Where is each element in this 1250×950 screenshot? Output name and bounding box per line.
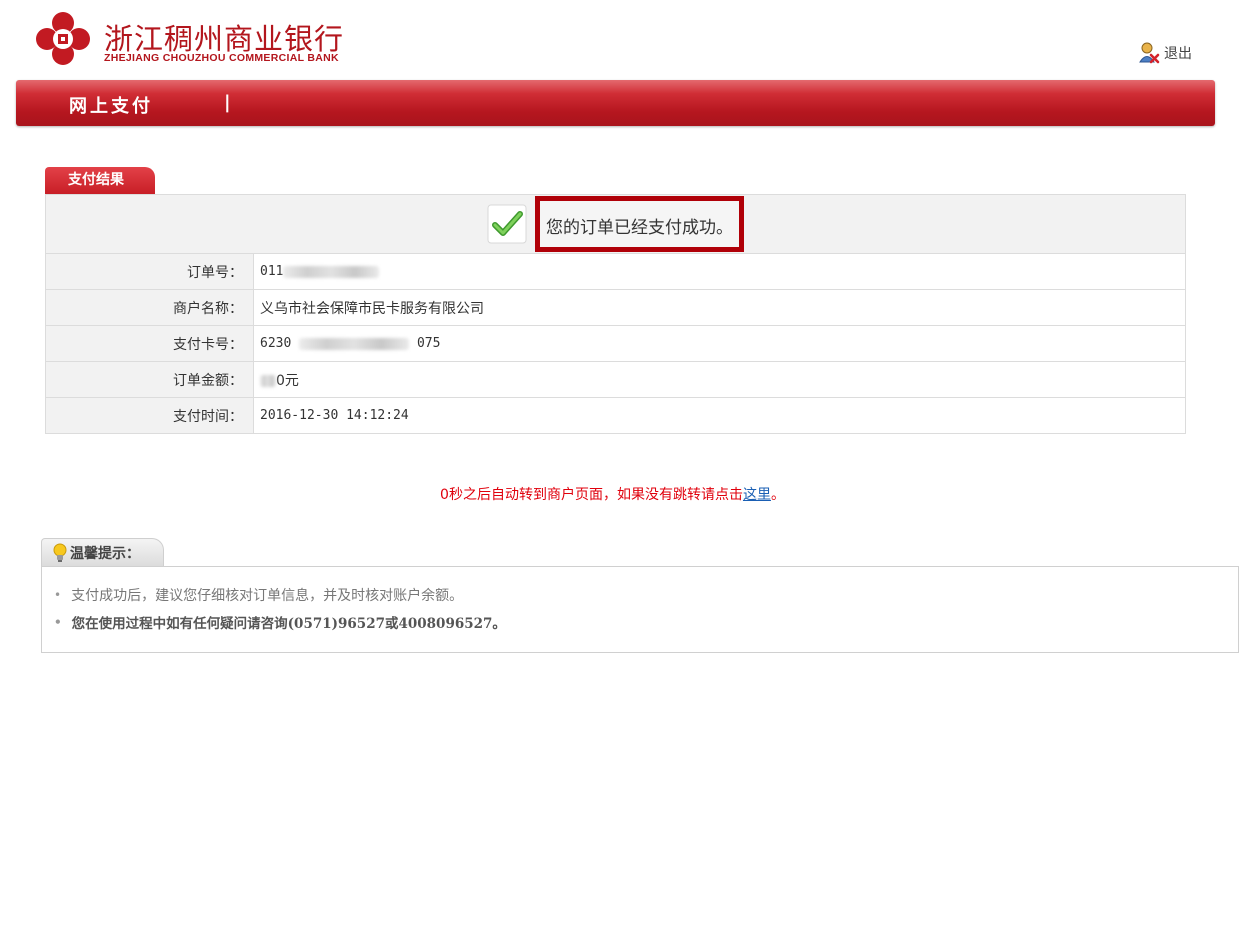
table-row: 订单号： 011 <box>45 253 1186 290</box>
merchant-name-label: 商户名称： <box>45 289 254 326</box>
main-navbar: 网上支付 | <box>16 80 1215 126</box>
masked-value <box>299 337 410 350</box>
redirect-link[interactable]: 这里 <box>743 487 771 503</box>
payment-result-page: 浙江稠州商业银行 ZHEJIANG CHOUZHOU COMMERCIAL BA… <box>0 0 1250 950</box>
table-row: 订单金额： 0元 <box>45 361 1186 398</box>
masked-value <box>283 265 380 278</box>
list-item: • 您在使用过程中如有任何疑问请咨询(0571)96527或4008096527… <box>54 608 1238 635</box>
nav-title-online-payment[interactable]: 网上支付 <box>69 92 153 118</box>
lightbulb-icon <box>53 543 67 562</box>
card-number-suffix: 075 <box>416 336 441 351</box>
order-amount-label: 订单金额： <box>45 361 254 398</box>
card-number-value: 6230 075 <box>253 325 1186 362</box>
check-icon <box>487 204 527 244</box>
table-row: 支付时间： 2016-12-30 14:12:24 <box>45 397 1186 434</box>
table-row: 支付卡号： 6230 075 <box>45 325 1186 362</box>
payment-time-value: 2016-12-30 14:12:24 <box>253 397 1186 434</box>
table-row: 商户名称： 义乌市社会保障市民卡服务有限公司 <box>45 289 1186 326</box>
user-logout-icon <box>1139 42 1160 64</box>
redirect-notice: 0秒之后自动转到商户页面，如果没有跳转请点击这里。 <box>0 484 1225 504</box>
tips-tab: 温馨提示： <box>41 538 164 566</box>
tips-title: 温馨提示： <box>70 545 140 562</box>
masked-value <box>260 374 276 387</box>
success-message-text: 您的订单已经支付成功。 <box>535 196 744 252</box>
logout-label: 退出 <box>1164 46 1192 62</box>
order-amount-value: 0元 <box>253 361 1186 398</box>
success-message: 您的订单已经支付成功。 <box>487 196 744 252</box>
logout-button[interactable]: 退出 <box>1138 42 1192 64</box>
bank-name-en: ZHEJIANG CHOUZHOU COMMERCIAL BANK <box>104 52 339 64</box>
order-number-prefix: 011 <box>260 264 284 279</box>
nav-separator: | <box>224 92 231 113</box>
order-number-label: 订单号： <box>45 253 254 290</box>
tab-payment-result: 支付结果 <box>45 167 155 194</box>
bank-logo-icon <box>36 12 90 65</box>
merchant-name-value: 义乌市社会保障市民卡服务有限公司 <box>253 289 1186 326</box>
bullet-icon: • <box>54 587 62 602</box>
card-number-prefix: 6230 <box>260 336 292 351</box>
card-number-label: 支付卡号： <box>45 325 254 362</box>
order-amount-suffix: 0元 <box>276 372 299 389</box>
list-item: • 支付成功后，建议您仔细核对订单信息，并及时核对账户余额。 <box>54 581 1238 608</box>
redirect-text: 0秒之后自动转到商户页面，如果没有跳转请点击 <box>440 487 743 503</box>
tips-box: • 支付成功后，建议您仔细核对订单信息，并及时核对账户余额。 • 您在使用过程中… <box>41 566 1239 653</box>
bullet-icon: • <box>54 614 62 629</box>
tip-text: 您在使用过程中如有任何疑问请咨询(0571)96527或4008096527。 <box>71 615 506 632</box>
redirect-end: 。 <box>770 487 785 503</box>
payment-time-label: 支付时间： <box>45 397 254 434</box>
order-number-value: 011 <box>253 253 1186 290</box>
success-message-row: 您的订单已经支付成功。 <box>45 194 1186 254</box>
payment-result-table: 您的订单已经支付成功。 订单号： 011 商户名称： 义乌市社会保障市民卡服务有… <box>45 194 1186 434</box>
tip-text: 支付成功后，建议您仔细核对订单信息，并及时核对账户余额。 <box>71 587 464 604</box>
